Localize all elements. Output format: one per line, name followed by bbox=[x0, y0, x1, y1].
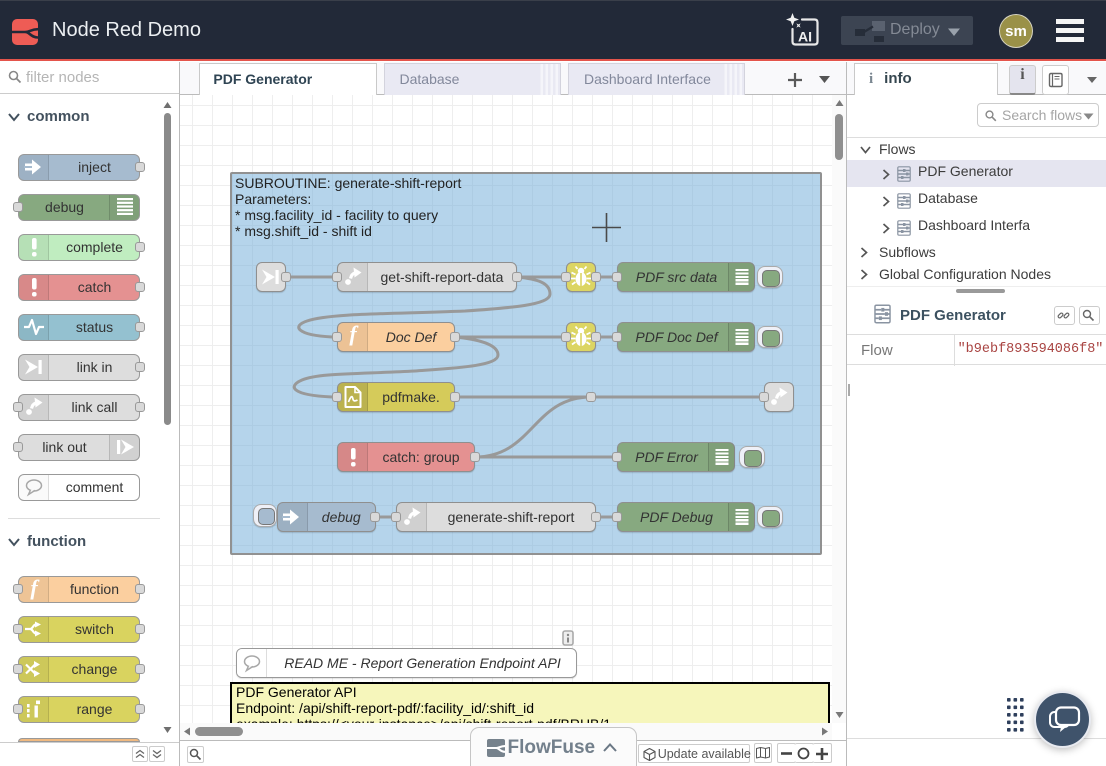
svg-text:AI: AI bbox=[798, 29, 812, 45]
